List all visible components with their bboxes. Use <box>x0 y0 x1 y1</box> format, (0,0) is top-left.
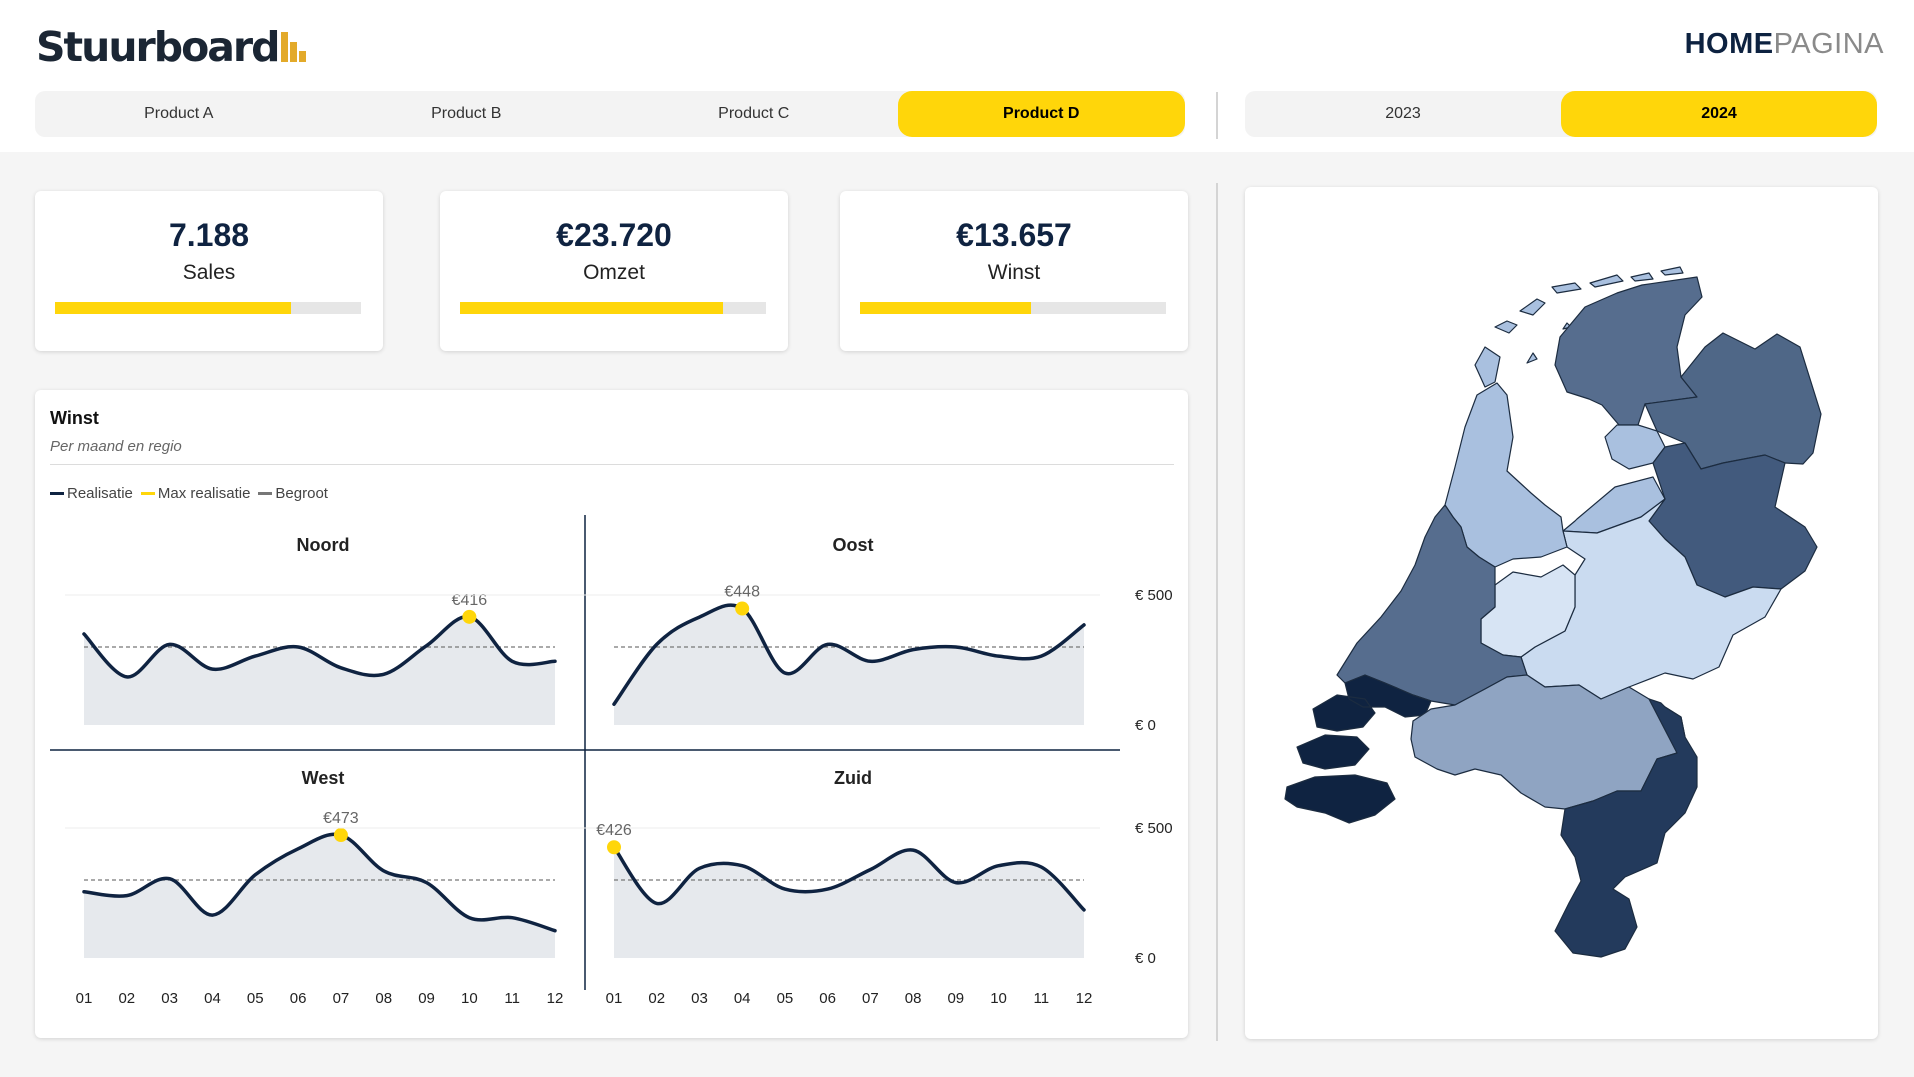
max-point-zuid <box>607 840 621 855</box>
series-area-noord <box>84 616 555 725</box>
product-a-button[interactable]: Product A <box>35 91 323 137</box>
content-divider <box>1216 183 1218 1041</box>
x-tick-label: 03 <box>161 990 178 1007</box>
x-tick-label: 09 <box>947 990 964 1007</box>
kpi-progress-fill <box>55 302 291 314</box>
stuurboard-logo: Stuurboard <box>36 22 308 72</box>
x-tick-label: 03 <box>691 990 708 1007</box>
x-tick-label: 04 <box>204 990 221 1007</box>
x-tick-label: 04 <box>734 990 751 1007</box>
x-tick-label: 11 <box>504 990 520 1007</box>
x-tick-label: 08 <box>375 990 392 1007</box>
region-zeeland[interactable] <box>1284 674 1432 824</box>
kpi-label: Winst <box>987 261 1041 284</box>
product-selector: Product A Product B Product C Product D <box>35 91 1185 137</box>
x-tick-label: 10 <box>461 990 478 1007</box>
kpi-progress-bar <box>55 302 361 314</box>
logo-text: Stuurboard <box>36 23 280 71</box>
x-tick-label: 10 <box>990 990 1007 1007</box>
home-link-rest: PAGINA <box>1773 28 1884 60</box>
small-multiples-chart: €416 Noord €448 Oost €473 West €426 Zuid € 500 € … <box>50 515 1173 1007</box>
kpi-progress-bar <box>460 302 766 314</box>
x-tick-label: 01 <box>76 990 93 1007</box>
kpi-card-sales: 7.188 Sales <box>35 191 383 351</box>
map-card <box>1245 187 1878 1039</box>
x-tick-label: 06 <box>290 990 307 1007</box>
x-tick-label: 02 <box>648 990 665 1007</box>
kpi-progress-fill <box>460 302 724 314</box>
netherlands-map <box>1245 187 1822 958</box>
x-tick-label: 11 <box>1033 990 1049 1007</box>
x-tick-label: 02 <box>118 990 135 1007</box>
max-label-oost: €448 <box>724 584 760 601</box>
y-tick-label: € 0 <box>1135 717 1156 734</box>
x-tick-label: 06 <box>819 990 836 1007</box>
home-link-bold: HOME <box>1684 28 1774 60</box>
product-d-button[interactable]: Product D <box>897 91 1185 137</box>
y-tick-label: € 0 <box>1135 950 1156 967</box>
kpi-value: €13.657 <box>956 217 1072 253</box>
product-c-button[interactable]: Product C <box>610 91 898 137</box>
year-selector: 2023 2024 <box>1245 91 1877 137</box>
y-tick-label: € 500 <box>1135 587 1173 604</box>
panel-title-west: West <box>302 768 345 788</box>
x-tick-label: 12 <box>1076 990 1093 1007</box>
x-tick-label: 08 <box>905 990 922 1007</box>
year-2023-button[interactable]: 2023 <box>1245 91 1561 137</box>
panel-title-zuid: Zuid <box>834 768 872 788</box>
kpi-card-omzet: €23.720 Omzet <box>440 191 788 351</box>
x-tick-label: 07 <box>862 990 879 1007</box>
x-tick-label: 07 <box>333 990 350 1007</box>
product-b-button[interactable]: Product B <box>323 91 611 137</box>
y-tick-label: € 500 <box>1135 820 1173 837</box>
kpi-progress-bar <box>860 302 1166 314</box>
year-2024-button[interactable]: 2024 <box>1561 91 1877 137</box>
max-label-noord: €416 <box>452 592 488 609</box>
kpi-progress-fill <box>860 302 1032 314</box>
x-tick-label: 09 <box>418 990 435 1007</box>
panel-title-oost: Oost <box>832 535 873 555</box>
max-point-west <box>333 828 348 843</box>
max-label-west: €473 <box>323 810 359 827</box>
x-tick-label: 12 <box>547 990 564 1007</box>
kpi-card-winst: €13.657 Winst <box>840 191 1188 351</box>
winst-chart-card: Winst Per maand en regio Realisatie Max … <box>35 390 1188 1038</box>
panel-title-noord: Noord <box>297 535 350 555</box>
series-area-west <box>84 834 555 958</box>
max-label-zuid: €426 <box>596 822 632 839</box>
header-divider <box>1216 92 1218 139</box>
x-tick-label: 05 <box>777 990 794 1007</box>
x-tick-label: 05 <box>247 990 264 1007</box>
kpi-value: €23.720 <box>556 217 672 253</box>
kpi-value: 7.188 <box>168 217 250 253</box>
logo-bars-icon <box>281 28 308 62</box>
kpi-label: Omzet <box>583 261 645 284</box>
x-tick-label: 01 <box>606 990 623 1007</box>
header-bar: Stuurboard HOMEPAGINA Product A Product … <box>0 0 1914 152</box>
max-point-noord <box>462 609 477 624</box>
max-point-oost <box>735 601 750 616</box>
kpi-label: Sales <box>182 261 236 284</box>
homepage-link[interactable]: HOMEPAGINA <box>1685 28 1884 61</box>
